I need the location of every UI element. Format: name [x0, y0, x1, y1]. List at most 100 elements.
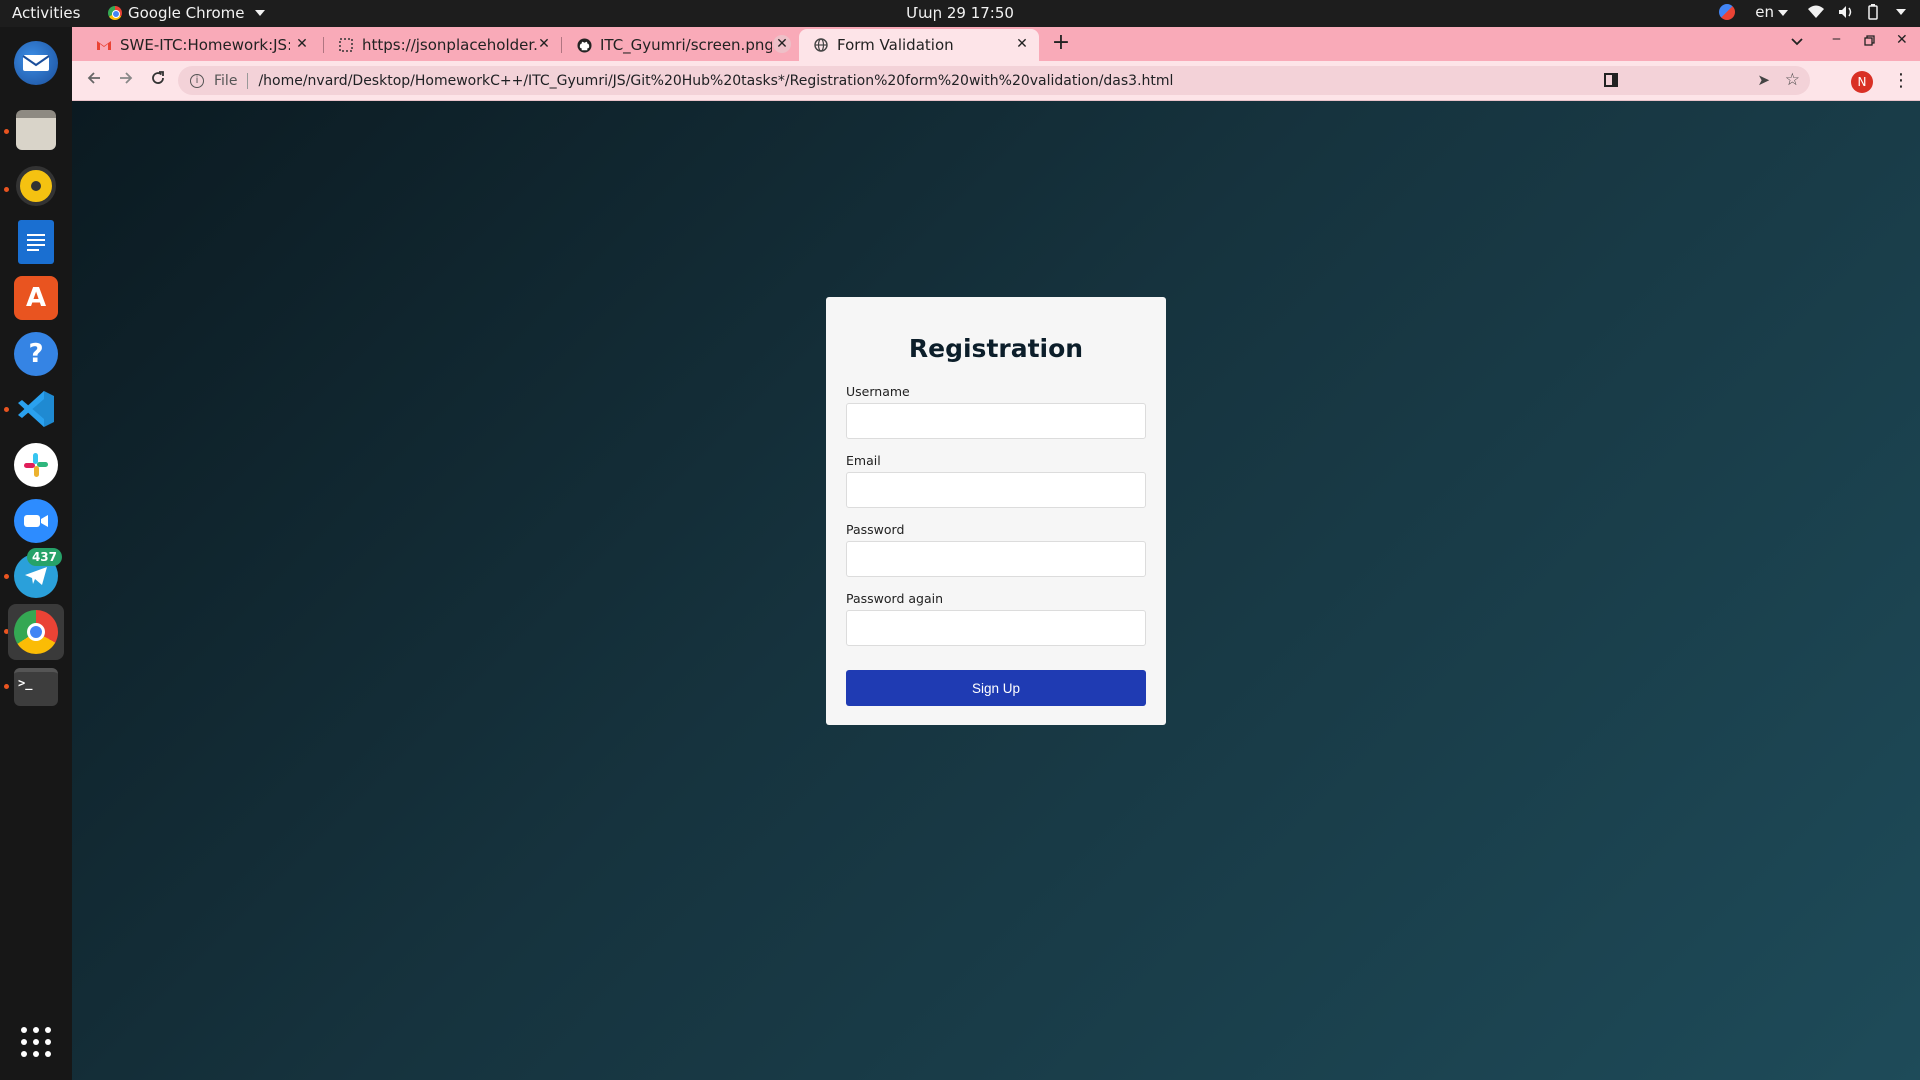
volume-icon — [1839, 6, 1852, 18]
dock-slack[interactable] — [8, 437, 64, 493]
zoom-icon — [14, 499, 58, 543]
app-center-icon: A — [14, 276, 58, 320]
vscode-icon — [14, 387, 58, 431]
battery-icon — [1868, 4, 1878, 20]
chevron-down-icon — [1896, 9, 1906, 15]
tab-title: https://jsonplaceholder.t — [362, 36, 537, 54]
tab-github[interactable]: ITC_Gyumri/screen.png at ✕ — [562, 29, 799, 61]
dock-app-center[interactable]: A — [8, 270, 64, 326]
address-bar[interactable]: i File /home/nvard/Desktop/HomeworkC++/I… — [178, 66, 1810, 95]
tab-title: ITC_Gyumri/screen.png at — [600, 36, 772, 54]
registration-card: Registration Username Email Password Pas… — [826, 297, 1166, 725]
tab-title: SWE-ITC:Homework:JS: 2 — [120, 36, 290, 54]
username-label: Username — [846, 384, 910, 399]
more-menu-icon[interactable]: ⋮ — [1892, 70, 1910, 91]
show-apps-icon[interactable] — [21, 1027, 51, 1057]
dock-files[interactable] — [8, 102, 64, 158]
gmail-icon — [96, 37, 112, 53]
chrome-icon — [108, 6, 122, 20]
username-input[interactable] — [846, 403, 1146, 439]
dock-telegram[interactable]: 437 — [8, 548, 64, 604]
omnibox-divider — [247, 72, 249, 89]
arrow-left-icon — [87, 72, 100, 84]
dock-thunderbird[interactable] — [8, 35, 64, 91]
browser-window: SWE-ITC:Homework:JS: 2 ✕ https://jsonpla… — [72, 27, 1920, 1080]
restore-icon — [1864, 35, 1875, 46]
system-tray: en — [1719, 3, 1906, 21]
tab-jsonplaceholder[interactable]: https://jsonplaceholder.t ✕ — [324, 29, 561, 61]
site-info-icon[interactable]: i — [190, 73, 204, 88]
url-text[interactable]: /home/nvard/Desktop/HomeworkC++/ITC_Gyum… — [258, 73, 1173, 89]
username-group: Username — [846, 384, 1146, 439]
chevron-down-icon — [1778, 9, 1788, 16]
password-again-label: Password again — [846, 591, 944, 606]
tab-strip: SWE-ITC:Homework:JS: 2 ✕ https://jsonpla… — [72, 27, 1920, 61]
restore-button[interactable] — [1864, 34, 1875, 50]
minimize-button[interactable]: ‒ — [1832, 31, 1841, 47]
wifi-icon — [1808, 5, 1824, 18]
slack-icon — [14, 443, 58, 487]
telegram-icon: 437 — [14, 548, 62, 598]
unread-badge: 437 — [26, 548, 62, 566]
thunderbird-icon — [14, 41, 58, 85]
rhythmbox-icon — [16, 166, 56, 206]
status-menu[interactable] — [1808, 4, 1906, 20]
dock: A ? 437 >_ — [0, 27, 72, 1080]
app-menu-label: Google Chrome — [128, 4, 245, 22]
bookmark-star-icon[interactable]: ☆ — [1785, 70, 1800, 90]
globe-icon — [813, 37, 829, 53]
dock-terminal[interactable]: >_ — [8, 659, 64, 715]
tab-search-button[interactable] — [1791, 34, 1803, 50]
reload-button[interactable] — [147, 70, 169, 91]
arrow-right-icon — [120, 72, 133, 84]
scheme-label: File — [214, 72, 238, 89]
language-indicator[interactable]: en — [1755, 3, 1788, 21]
password-again-input[interactable] — [846, 610, 1146, 646]
chevron-down-icon — [1791, 38, 1803, 46]
language-label: en — [1755, 3, 1774, 21]
new-tab-button[interactable]: + — [1048, 31, 1074, 57]
chrome-icon — [14, 610, 58, 654]
clock[interactable]: Մար 29 17:50 — [0, 4, 1920, 22]
email-group: Email — [846, 453, 1146, 508]
close-icon[interactable]: ✕ — [773, 35, 791, 53]
back-button[interactable] — [83, 70, 105, 91]
terminal-icon: >_ — [14, 668, 58, 706]
password-label: Password — [846, 522, 905, 537]
app-menu[interactable]: Google Chrome — [108, 4, 265, 22]
close-icon[interactable]: ✕ — [535, 35, 553, 53]
dock-rhythmbox[interactable] — [8, 158, 64, 214]
close-icon[interactable]: ✕ — [1013, 35, 1031, 53]
dock-zoom[interactable] — [8, 493, 64, 549]
site-icon — [338, 37, 354, 53]
window-close-button[interactable]: ✕ — [1896, 32, 1908, 48]
tab-form-validation[interactable]: Form Validation ✕ — [799, 29, 1039, 61]
files-icon — [16, 110, 56, 150]
github-icon — [576, 37, 592, 53]
password-again-group: Password again — [846, 591, 1146, 646]
forward-button[interactable] — [115, 70, 137, 91]
dock-libreoffice-writer[interactable] — [8, 214, 64, 270]
page-viewport: Registration Username Email Password Pas… — [72, 101, 1920, 1080]
system-top-bar: Activities Google Chrome Մար 29 17:50 en — [0, 0, 1920, 27]
tab-title: Form Validation — [837, 36, 954, 54]
email-input[interactable] — [846, 472, 1146, 508]
dock-chrome[interactable] — [8, 604, 64, 660]
chevron-down-icon — [254, 10, 265, 16]
form-title: Registration — [908, 334, 1084, 363]
sign-up-button[interactable]: Sign Up — [846, 670, 1146, 706]
password-group: Password — [846, 522, 1146, 577]
tab-gmail[interactable]: SWE-ITC:Homework:JS: 2 ✕ — [82, 29, 319, 61]
dock-vscode[interactable] — [8, 381, 64, 437]
email-label: Email — [846, 453, 881, 468]
password-input[interactable] — [846, 541, 1146, 577]
libreoffice-writer-icon — [18, 220, 54, 264]
dock-help[interactable]: ? — [8, 326, 64, 382]
profile-avatar[interactable]: N — [1851, 71, 1873, 93]
browser-toolbar: i File /home/nvard/Desktop/HomeworkC++/I… — [72, 61, 1920, 101]
send-icon[interactable]: ➤ — [1757, 71, 1770, 89]
screen-recorder-icon[interactable] — [1719, 4, 1736, 20]
close-icon[interactable]: ✕ — [293, 35, 311, 53]
side-panel-icon[interactable] — [1604, 73, 1618, 87]
activities-button[interactable]: Activities — [12, 4, 80, 22]
